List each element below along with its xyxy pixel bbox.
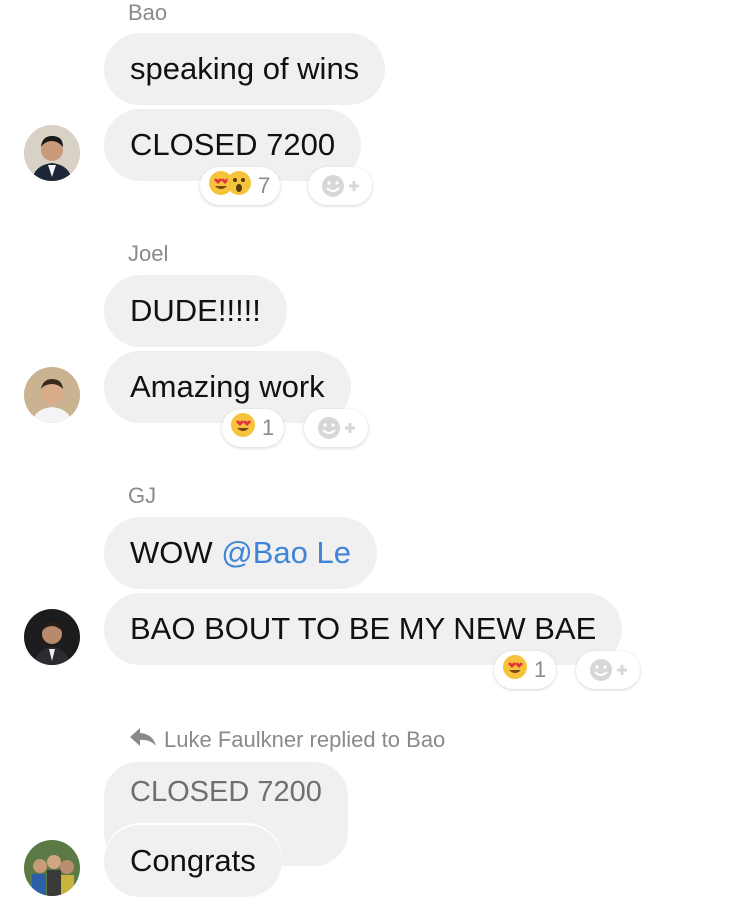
sender-name: GJ (128, 483, 157, 508)
avatar-photo-icon (24, 125, 80, 181)
add-reaction-button[interactable] (308, 167, 372, 205)
message-bubble[interactable]: Congrats (104, 825, 282, 897)
heart-eyes-emoji (230, 412, 256, 444)
sender-name: Joel (128, 241, 169, 266)
avatar-photo-icon (24, 840, 80, 896)
message-bubble[interactable]: speaking of wins (104, 33, 386, 105)
sender-name: Bao (128, 0, 168, 25)
reply-notice-text: Luke Faulkner replied to Bao (164, 727, 446, 752)
avatar[interactable] (24, 367, 80, 423)
message-bubble[interactable]: WOW @Bao Le (104, 517, 377, 589)
avatar-photo-icon (24, 609, 80, 665)
reaction-summary[interactable]: 1 (494, 651, 557, 689)
reaction-summary[interactable]: 7 (200, 167, 281, 205)
add-reaction-icon (322, 175, 359, 197)
message-bubble[interactable]: DUDE!!!!! (104, 275, 287, 347)
reply-notice: Luke Faulkner replied to Bao (128, 726, 445, 754)
avatar[interactable] (24, 840, 80, 896)
add-reaction-button[interactable] (576, 651, 640, 689)
reply-arrow-icon (128, 726, 158, 754)
add-reaction-icon (590, 659, 627, 681)
reaction-count: 1 (534, 657, 547, 682)
mention-link[interactable]: @Bao Le (221, 535, 351, 570)
message-text: WOW (130, 535, 222, 570)
avatar[interactable] (24, 609, 80, 665)
add-reaction-button[interactable] (304, 409, 368, 447)
reaction-count: 1 (262, 415, 275, 440)
heart-eyes-emoji (502, 654, 528, 686)
avatar-photo-icon (24, 367, 80, 423)
reaction-summary[interactable]: 1 (222, 409, 285, 447)
reaction-count: 7 (258, 173, 271, 198)
add-reaction-icon (318, 417, 355, 439)
wow-emoji (226, 170, 252, 202)
avatar[interactable] (24, 125, 80, 181)
